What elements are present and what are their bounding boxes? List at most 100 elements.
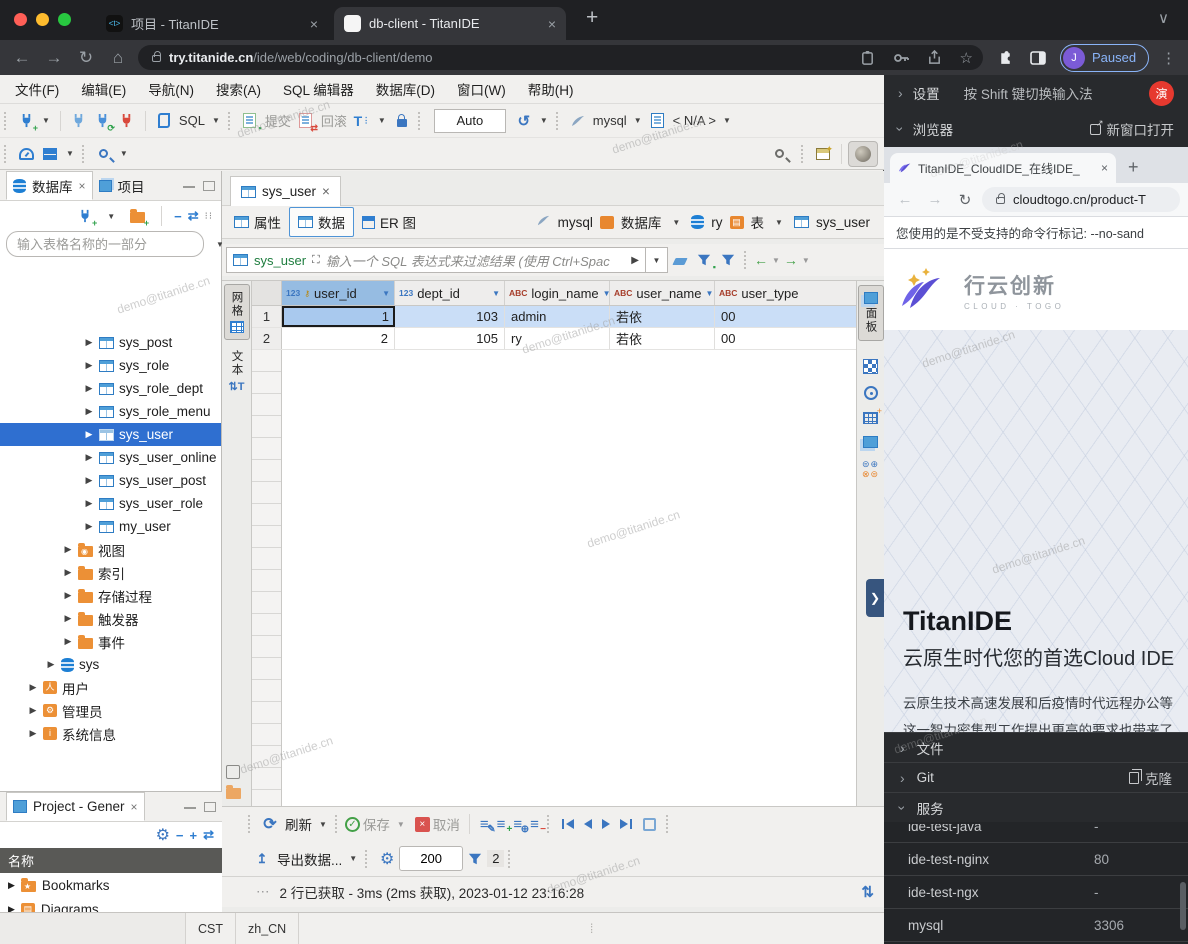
- tree-table-sys_user_role[interactable]: ▶sys_user_role: [0, 492, 221, 515]
- export-label[interactable]: 导出数据...: [277, 849, 342, 869]
- collapsed-panel-handle[interactable]: ❯: [866, 579, 884, 617]
- nav-back-dropdown-icon[interactable]: ▼: [772, 256, 780, 265]
- autocommit-select[interactable]: Auto: [434, 109, 506, 133]
- previous-row-icon[interactable]: [584, 819, 592, 829]
- sql-editor-icon[interactable]: [154, 111, 174, 131]
- menu-window[interactable]: 窗口(W): [446, 79, 517, 99]
- cancel-label[interactable]: 取消: [433, 814, 460, 834]
- forward-icon[interactable]: →: [38, 48, 70, 68]
- nav-back-icon[interactable]: ←: [754, 252, 768, 268]
- git-clone-button[interactable]: 克隆: [1129, 768, 1172, 788]
- transfer-dropdown-icon[interactable]: ▼: [66, 149, 74, 158]
- service-row[interactable]: ide-test-nginx 80: [884, 843, 1188, 876]
- new-connection-icon[interactable]: +: [16, 111, 36, 131]
- menu-file[interactable]: 文件(F): [4, 79, 70, 99]
- cell-login_name[interactable]: ry: [505, 328, 610, 349]
- sql-editor-label[interactable]: SQL: [179, 113, 205, 128]
- cell-login_name[interactable]: admin: [505, 306, 610, 327]
- history-icon[interactable]: ↺: [514, 111, 534, 131]
- breadcrumb-database-label[interactable]: 数据库: [621, 212, 662, 232]
- sql-filter-box[interactable]: sys_user ⛶ 输入一个 SQL 表达式来过滤结果 (使用 Ctrl+Sp…: [226, 247, 646, 273]
- menu-search[interactable]: 搜索(A): [205, 79, 272, 99]
- cell-user_name[interactable]: 若依: [610, 328, 715, 349]
- row-number[interactable]: 2: [252, 328, 282, 349]
- new-connection-icon[interactable]: +: [75, 206, 95, 226]
- link-icon[interactable]: ⇄: [203, 827, 214, 843]
- extensions-puzzle-icon[interactable]: [997, 49, 1014, 66]
- service-row[interactable]: ide-test-ngx -: [884, 876, 1188, 909]
- filter-history-dropdown-icon[interactable]: ▼: [646, 247, 668, 273]
- refresh-dropdown-icon[interactable]: ▼: [319, 820, 327, 829]
- profile-button[interactable]: J Paused: [1060, 44, 1149, 72]
- git-section-row[interactable]: › Git 克隆: [884, 762, 1188, 792]
- column-header-user_name[interactable]: ABC user_name ▼: [610, 281, 715, 305]
- menu-help[interactable]: 帮助(H): [517, 79, 585, 99]
- url-bar[interactable]: try.titanide.cn/ide/web/coding/db-client…: [138, 45, 983, 70]
- minimize-panel-icon[interactable]: [184, 802, 196, 809]
- data-transfer-icon[interactable]: [40, 144, 60, 164]
- sql-dropdown-icon[interactable]: ▼: [212, 116, 220, 125]
- expand-icon[interactable]: ⛶: [312, 254, 320, 267]
- bookmark-star-icon[interactable]: ☆: [960, 49, 973, 67]
- tab-close-icon[interactable]: ×: [548, 16, 556, 32]
- breadcrumb-table-label[interactable]: 表: [751, 212, 765, 232]
- services-section-row[interactable]: › 服务: [884, 792, 1188, 822]
- open-new-window-button[interactable]: 新窗口打开: [1090, 119, 1175, 139]
- breadcrumb-table[interactable]: sys_user: [816, 215, 870, 230]
- sort-icon[interactable]: ▼: [705, 289, 713, 298]
- panel-toggle-button[interactable]: 面板: [858, 285, 884, 341]
- tree-folder-events[interactable]: ▶事件: [0, 630, 221, 653]
- records-icon[interactable]: [226, 788, 241, 799]
- row-number[interactable]: 1: [252, 306, 282, 327]
- mac-zoom-button[interactable]: [58, 13, 71, 26]
- ime-badge[interactable]: 演: [1149, 81, 1174, 106]
- more-options-icon[interactable]: ⁝⁝: [205, 211, 213, 222]
- menu-edit[interactable]: 编辑(E): [70, 79, 137, 99]
- sort-icon[interactable]: ▼: [382, 289, 390, 298]
- save-filter-icon[interactable]: ▪: [694, 250, 714, 270]
- cell-dept_id[interactable]: 105: [395, 328, 505, 349]
- reload-icon[interactable]: ↻: [952, 191, 978, 209]
- embedded-url-bar[interactable]: cloudtogo.cn/product-T: [982, 187, 1180, 212]
- connection-dropdown-icon[interactable]: ▼: [634, 116, 642, 125]
- connection-type-dropdown-icon[interactable]: ▼: [107, 212, 115, 221]
- new-folder-icon[interactable]: +: [127, 206, 147, 226]
- password-key-icon[interactable]: [893, 50, 909, 66]
- refresh-icon[interactable]: ⟳: [260, 814, 280, 834]
- column-header-user_type[interactable]: ABC user_type: [715, 281, 856, 305]
- maximize-panel-icon[interactable]: [204, 802, 216, 812]
- tab-data[interactable]: 数据: [289, 207, 354, 237]
- dashboard-icon[interactable]: [16, 144, 36, 164]
- fetch-all-icon[interactable]: [643, 818, 656, 831]
- export-dropdown-icon[interactable]: ▼: [349, 854, 357, 863]
- tree-node-system-info[interactable]: ▶i系统信息: [0, 722, 221, 745]
- sort-icon[interactable]: ▼: [492, 289, 500, 298]
- table-dropdown-icon[interactable]: ▼: [775, 218, 783, 227]
- tree-table-my_user[interactable]: ▶my_user: [0, 515, 221, 538]
- scrollbar-thumb[interactable]: [1180, 882, 1186, 930]
- clipboard-icon[interactable]: [860, 50, 875, 65]
- pin-panel-icon[interactable]: [226, 765, 240, 779]
- forward-icon[interactable]: →: [922, 191, 948, 208]
- aggregate-icon[interactable]: +: [863, 412, 878, 424]
- status-more-icon[interactable]: ⋯: [256, 884, 270, 900]
- gear-icon[interactable]: ⚙: [156, 825, 170, 845]
- tree-node-users[interactable]: ▶人用户: [0, 676, 221, 699]
- tab-database[interactable]: 数据库 ×: [6, 171, 93, 200]
- tab-close-icon[interactable]: ×: [1101, 161, 1108, 175]
- schema-dropdown-icon[interactable]: ▼: [723, 116, 731, 125]
- open-perspective-icon[interactable]: ✦: [813, 144, 833, 164]
- breadcrumb-connection[interactable]: mysql: [558, 215, 593, 230]
- service-row[interactable]: mysql 3306: [884, 909, 1188, 942]
- grid-row-2[interactable]: 2 2 105 ry 若依 00: [252, 328, 856, 350]
- search-dropdown-icon[interactable]: ▼: [120, 149, 128, 158]
- tree-table-sys_post[interactable]: ▶sys_post: [0, 331, 221, 354]
- collapse-all-icon[interactable]: −: [174, 209, 182, 224]
- lock-icon[interactable]: [392, 111, 412, 131]
- tab-close-icon[interactable]: ×: [131, 800, 138, 814]
- settings-section-row[interactable]: › 设置 按 Shift 键切换输入法 演: [884, 75, 1188, 111]
- mac-minimize-button[interactable]: [36, 13, 49, 26]
- fetch-next-icon[interactable]: [465, 849, 485, 869]
- column-header-login_name[interactable]: ABC login_name ▼: [505, 281, 610, 305]
- maximize-panel-icon[interactable]: [203, 181, 215, 191]
